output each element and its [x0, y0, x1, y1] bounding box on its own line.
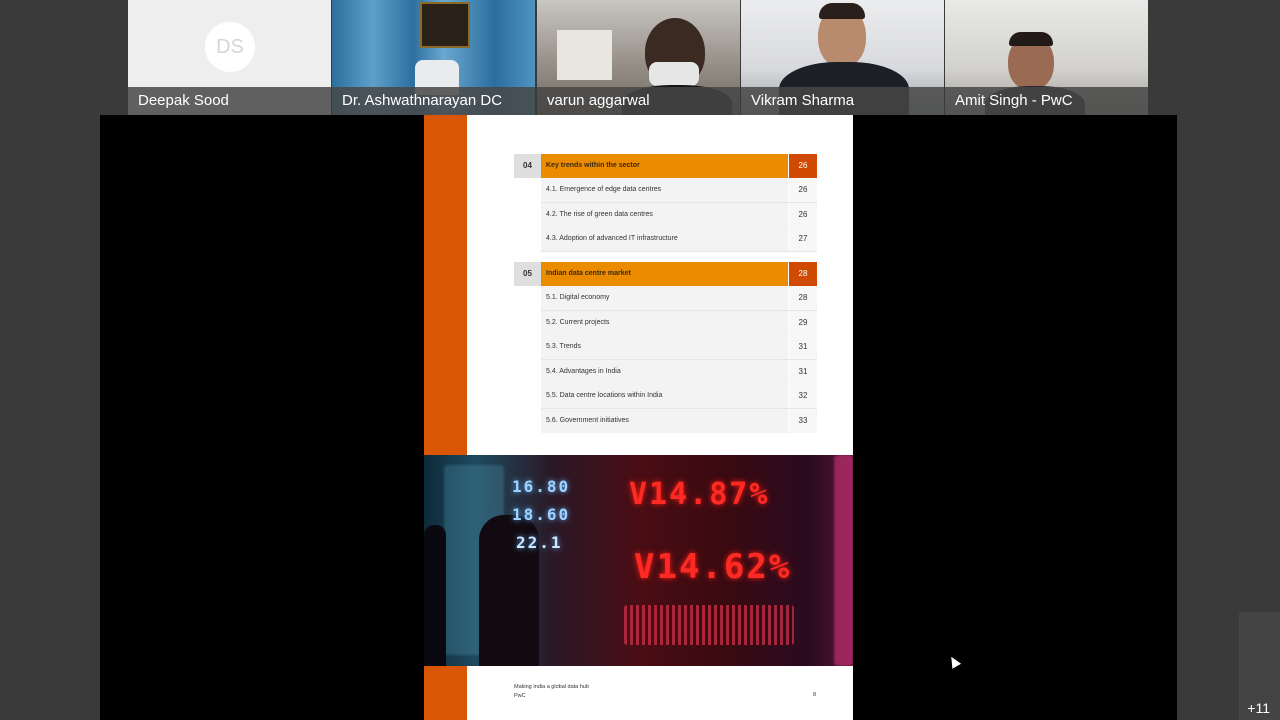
participant-name: Dr. Ashwathnarayan DC — [332, 87, 535, 115]
toc-row: 4.2. The rise of green data centres 26 — [541, 202, 817, 227]
toc-row: 5.4. Advantages in India 31 — [541, 359, 817, 384]
participant-name: Amit Singh - PwC — [945, 87, 1148, 115]
toc-row-page: 31 — [789, 359, 817, 384]
toc-row-page: 31 — [789, 335, 817, 359]
orange-margin-bar — [424, 666, 467, 720]
participant-tile[interactable]: DS Deepak Sood — [128, 0, 331, 115]
toc-row-page: 27 — [789, 227, 817, 251]
toc-row-label: 5.6. Government initiatives — [541, 408, 788, 433]
toc-section: 04 Key trends within the sector 26 4.1. … — [514, 154, 817, 252]
ticker-value: V14.87% — [629, 477, 770, 512]
participant-name: Deepak Sood — [128, 87, 331, 115]
toc-row-page: 32 — [789, 384, 817, 408]
toc-row-label: 4.3. Adoption of advanced IT infrastruct… — [541, 227, 788, 251]
footer-title: Making India a global data hub — [514, 684, 589, 690]
document-page: 04 Key trends within the sector 26 4.1. … — [424, 115, 853, 720]
stock-ticker-photo: 16.80 18.60 22.1 V14.87% V14.62% — [424, 455, 853, 666]
participant-tile[interactable]: varun aggarwal — [537, 0, 740, 115]
toc-row: 5.2. Current projects 29 — [541, 310, 817, 335]
footer-page-number: 8 — [813, 692, 817, 698]
toc-row: 5.3. Trends 31 — [541, 335, 817, 360]
section-title: Key trends within the sector — [541, 154, 788, 178]
toc-row-page: 29 — [789, 310, 817, 335]
ticker-value: 22.1 — [516, 533, 563, 552]
emblem-icon — [420, 2, 470, 48]
toc-row: 5.1. Digital economy 28 — [541, 286, 817, 311]
section-number: 04 — [514, 154, 541, 178]
ticker-value: V14.62% — [634, 547, 792, 587]
toc-row: 5.6. Government initiatives 33 — [541, 408, 817, 433]
toc-row-label: 5.3. Trends — [541, 335, 788, 359]
toc-section-header: 05 Indian data centre market 28 — [514, 262, 817, 286]
window-icon — [557, 30, 612, 80]
participant-name: varun aggarwal — [537, 87, 740, 115]
toc-row-label: 4.2. The rise of green data centres — [541, 202, 788, 227]
participant-tile[interactable]: Vikram Sharma — [741, 0, 944, 115]
toc-section-header: 04 Key trends within the sector 26 — [514, 154, 817, 178]
section-page: 26 — [789, 154, 817, 178]
toc-row-label: 5.2. Current projects — [541, 310, 788, 335]
more-participants-button[interactable]: +11 — [1239, 612, 1280, 720]
toc-row-label: 5.1. Digital economy — [541, 286, 788, 310]
avatar: DS — [205, 22, 255, 72]
person-silhouette — [424, 525, 446, 666]
ticker-value: 16.80 — [512, 477, 571, 496]
toc-row: 5.5. Data centre locations within India … — [541, 384, 817, 409]
toc-row-page: 33 — [789, 408, 817, 433]
toc-row-label: 5.5. Data centre locations within India — [541, 384, 788, 408]
hair-icon — [819, 3, 865, 19]
section-page: 28 — [789, 262, 817, 286]
toc-row-page: 28 — [789, 286, 817, 310]
toc-row-label: 4.1. Emergence of edge data centres — [541, 178, 788, 202]
toc-row: 4.1. Emergence of edge data centres 26 — [541, 178, 817, 203]
toc-row: 4.3. Adoption of advanced IT infrastruct… — [541, 227, 817, 252]
participant-name: Vikram Sharma — [741, 87, 944, 115]
face-mask-icon — [649, 62, 699, 86]
overflow-count: +11 — [1247, 700, 1270, 716]
participant-tile[interactable]: Amit Singh - PwC — [945, 0, 1148, 115]
footer-brand: PwC — [514, 693, 526, 699]
orange-margin-bar — [424, 115, 467, 455]
participant-strip: DS Deepak Sood Dr. Ashwathnarayan DC var… — [0, 0, 1280, 115]
toc-row-page: 26 — [789, 202, 817, 227]
ticker-value: 18.60 — [512, 505, 571, 524]
toc-row-label: 5.4. Advantages in India — [541, 359, 788, 384]
section-number: 05 — [514, 262, 541, 286]
led-dots — [624, 605, 794, 645]
hair-icon — [1009, 32, 1053, 46]
toc-section: 05 Indian data centre market 28 5.1. Dig… — [514, 262, 817, 433]
participant-tile[interactable]: Dr. Ashwathnarayan DC — [332, 0, 535, 115]
section-title: Indian data centre market — [541, 262, 788, 286]
light-glow — [834, 455, 853, 666]
toc-row-page: 26 — [789, 178, 817, 202]
